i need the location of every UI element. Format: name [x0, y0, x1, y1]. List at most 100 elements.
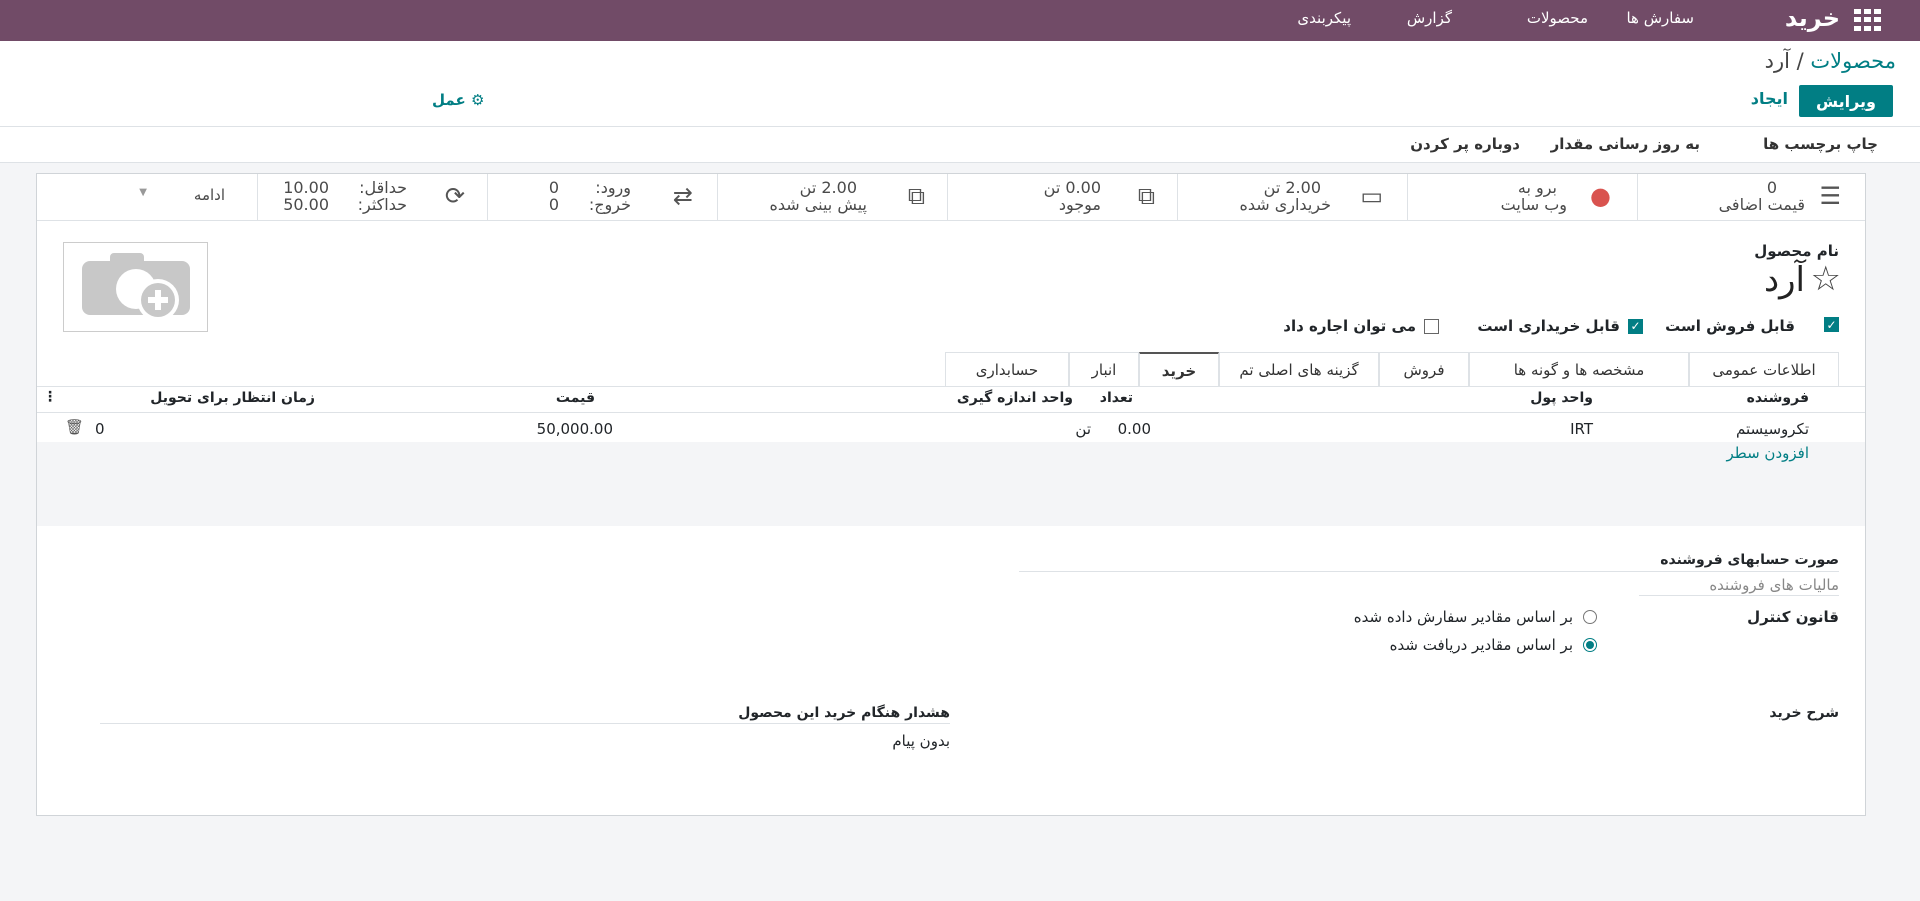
- cubes-icon: ⧉: [1137, 182, 1155, 210]
- gear-icon: ⚙: [470, 91, 485, 109]
- camera-plus-icon: [82, 253, 190, 321]
- tab-purchase[interactable]: خرید: [1139, 352, 1219, 388]
- sale-ok-checkbox[interactable]: ✓: [1816, 317, 1839, 332]
- cell-delivery-lead-time: 0: [95, 420, 105, 438]
- col-quantity[interactable]: تعداد: [1100, 390, 1133, 406]
- policy-option-ordered[interactable]: بر اساس مقادیر سفارش داده شده: [1354, 608, 1597, 626]
- tab-inventory[interactable]: انبار: [1069, 352, 1139, 387]
- menu-orders[interactable]: سفارش ها: [1626, 9, 1694, 27]
- action-dropdown[interactable]: ⚙ عمل: [432, 91, 484, 109]
- col-delivery-lead-time[interactable]: زمان انتظار برای تحویل: [150, 390, 315, 406]
- menu-configuration[interactable]: پیکربندی: [1297, 9, 1351, 27]
- cell-uom: تن: [1075, 420, 1091, 438]
- menu-reports[interactable]: گزارش: [1407, 9, 1452, 27]
- cell-price: 50,000.00: [536, 420, 613, 438]
- radio-empty-icon: [1583, 610, 1597, 624]
- create-button[interactable]: ایجاد: [1751, 89, 1788, 108]
- sale-ok-text: قابل فروش است: [1665, 317, 1795, 335]
- cell-currency: IRT: [1570, 420, 1593, 438]
- vendor-bills-label: صورت حسابهای فروشنده: [1660, 552, 1839, 568]
- print-labels-button[interactable]: چاپ برچسب ها: [1763, 135, 1878, 153]
- form-sheet: ☰ 0 قیمت اضافی ● برو به وب سایت ▭ 2.00 ت…: [36, 173, 1866, 816]
- sale-ok-label[interactable]: قابل فروش است: [1665, 317, 1795, 335]
- on-hand-label: موجود: [1058, 195, 1101, 214]
- edit-button[interactable]: ویرایش: [1799, 85, 1893, 117]
- control-panel: محصولات / آرد ویرایش ایجاد ⚙ عمل: [0, 41, 1920, 127]
- policy-option-ordered-label: بر اساس مقادیر سفارش داده شده: [1353, 608, 1573, 626]
- extra-price-label: قیمت اضافی: [1718, 195, 1805, 214]
- add-line-link[interactable]: افزودن سطر: [1727, 444, 1809, 462]
- in-out-button[interactable]: ⇄ ورود: 0 خروج: 0: [487, 174, 717, 220]
- update-quantity-button[interactable]: به روز رسانی مقدار: [1551, 135, 1700, 153]
- tab-general-info[interactable]: اطلاعات عمومی: [1689, 352, 1839, 387]
- list-icon: ☰: [1819, 182, 1841, 210]
- menu-products[interactable]: محصولات: [1527, 9, 1588, 27]
- tab-attributes-variants[interactable]: مشخصه ها و گونه ها: [1469, 352, 1689, 387]
- breadcrumb-parent[interactable]: محصولات: [1810, 49, 1896, 73]
- reorder-max-label: حداکثر:: [357, 195, 407, 214]
- tab-accounting[interactable]: حسابداری: [945, 352, 1069, 387]
- rent-ok-text: می توان اجاره داد: [1283, 317, 1416, 335]
- forecast-label: پیش بینی شده: [769, 195, 867, 214]
- vendor-taxes-input[interactable]: مالیات های فروشنده: [1709, 576, 1839, 594]
- more-button[interactable]: ادامه ▼: [37, 174, 257, 220]
- checkbox-empty-icon: [1424, 318, 1439, 334]
- cell-vendor: تکروسیستم: [1736, 420, 1809, 438]
- column-options-icon[interactable]: ⋮: [43, 389, 57, 405]
- extra-price-button[interactable]: ☰ 0 قیمت اضافی: [1637, 174, 1865, 220]
- tab-sales[interactable]: فروش: [1379, 352, 1469, 387]
- top-navbar: خرید سفارش ها محصولات گزارش پیکربندی: [0, 0, 1920, 41]
- table-row[interactable]: تکروسیستم IRT 0.00 تن 50,000.00 0 🗑: [37, 415, 1865, 443]
- purchase-ok-checkbox[interactable]: ✓ قابل خریداری است: [1477, 317, 1643, 335]
- policy-option-received-label: بر اساس مقادیر دریافت شده: [1389, 636, 1573, 654]
- purchase-warning-label: هشدار هنگام خرید این محصول: [738, 705, 950, 721]
- replenish-button[interactable]: دوباره پر کردن: [1410, 135, 1520, 153]
- more-label: ادامه: [193, 186, 225, 204]
- rent-ok-checkbox[interactable]: می توان اجاره داد: [1283, 317, 1439, 335]
- col-uom[interactable]: واحد اندازه گیری: [957, 390, 1073, 406]
- globe-icon: ●: [1590, 182, 1611, 210]
- vendor-table-header: فروشنده واحد پول تعداد واحد اندازه گیری …: [37, 387, 1865, 413]
- purchase-ok-text: قابل خریداری است: [1477, 317, 1620, 335]
- app-name[interactable]: خرید: [1785, 4, 1840, 32]
- purchase-warning-divider: [100, 723, 950, 724]
- exchange-icon: ⇄: [672, 182, 693, 210]
- go-to-website-button[interactable]: ● برو به وب سایت: [1407, 174, 1637, 220]
- purchased-label: خریداری شده: [1239, 195, 1331, 214]
- purchase-description-label: شرح خرید: [1769, 705, 1839, 721]
- vendor-bills-divider: [1019, 571, 1839, 572]
- smart-buttons: ☰ 0 قیمت اضافی ● برو به وب سایت ▭ 2.00 ت…: [37, 174, 1865, 221]
- reorder-max-value: 50.00: [283, 195, 329, 214]
- website-line2: وب سایت: [1500, 195, 1567, 214]
- reordering-button[interactable]: ⟳ حداقل: 10.00 حداکثر: 50.00: [257, 174, 487, 220]
- purchased-button[interactable]: ▭ 2.00 تن خریداری شده: [1177, 174, 1407, 220]
- star-icon[interactable]: ☆: [1811, 262, 1841, 296]
- on-hand-button[interactable]: ⧉ 0.00 تن موجود: [947, 174, 1177, 220]
- vendor-taxes-underline: [1639, 595, 1839, 596]
- refresh-icon: ⟳: [444, 182, 465, 210]
- product-name: آرد: [1763, 260, 1805, 300]
- table-empty-area: [37, 442, 1865, 526]
- apps-menu-icon[interactable]: [1854, 9, 1882, 31]
- col-vendor[interactable]: فروشنده: [1747, 390, 1809, 406]
- breadcrumb: محصولات / آرد: [1765, 49, 1896, 73]
- breadcrumb-current: آرد: [1764, 49, 1790, 73]
- product-image[interactable]: [63, 242, 208, 332]
- col-price[interactable]: قیمت: [556, 390, 595, 406]
- col-currency[interactable]: واحد پول: [1530, 390, 1593, 406]
- product-name-label: نام محصول: [1754, 242, 1839, 260]
- checkbox-checked-icon: ✓: [1824, 317, 1839, 332]
- moves-out-value: 0: [548, 195, 559, 214]
- tab-theme-options[interactable]: گزینه های اصلی تم: [1219, 352, 1379, 387]
- cell-quantity: 0.00: [1117, 420, 1151, 438]
- trash-icon[interactable]: 🗑: [65, 418, 84, 436]
- header-actions: چاپ برچسب ها به روز رسانی مقدار دوباره پ…: [0, 127, 1920, 163]
- control-policy-label: قانون کنترل: [1747, 608, 1839, 626]
- policy-option-received[interactable]: بر اساس مقادیر دریافت شده: [1390, 636, 1597, 654]
- cubes-icon: ⧉: [907, 182, 925, 210]
- forecasted-button[interactable]: ⧉ 2.00 تن پیش بینی شده: [717, 174, 947, 220]
- checkbox-checked-icon: ✓: [1628, 318, 1643, 334]
- caret-down-icon: ▼: [139, 187, 147, 198]
- purchase-warning-select[interactable]: بدون پیام: [892, 732, 950, 750]
- action-label: عمل: [432, 91, 466, 109]
